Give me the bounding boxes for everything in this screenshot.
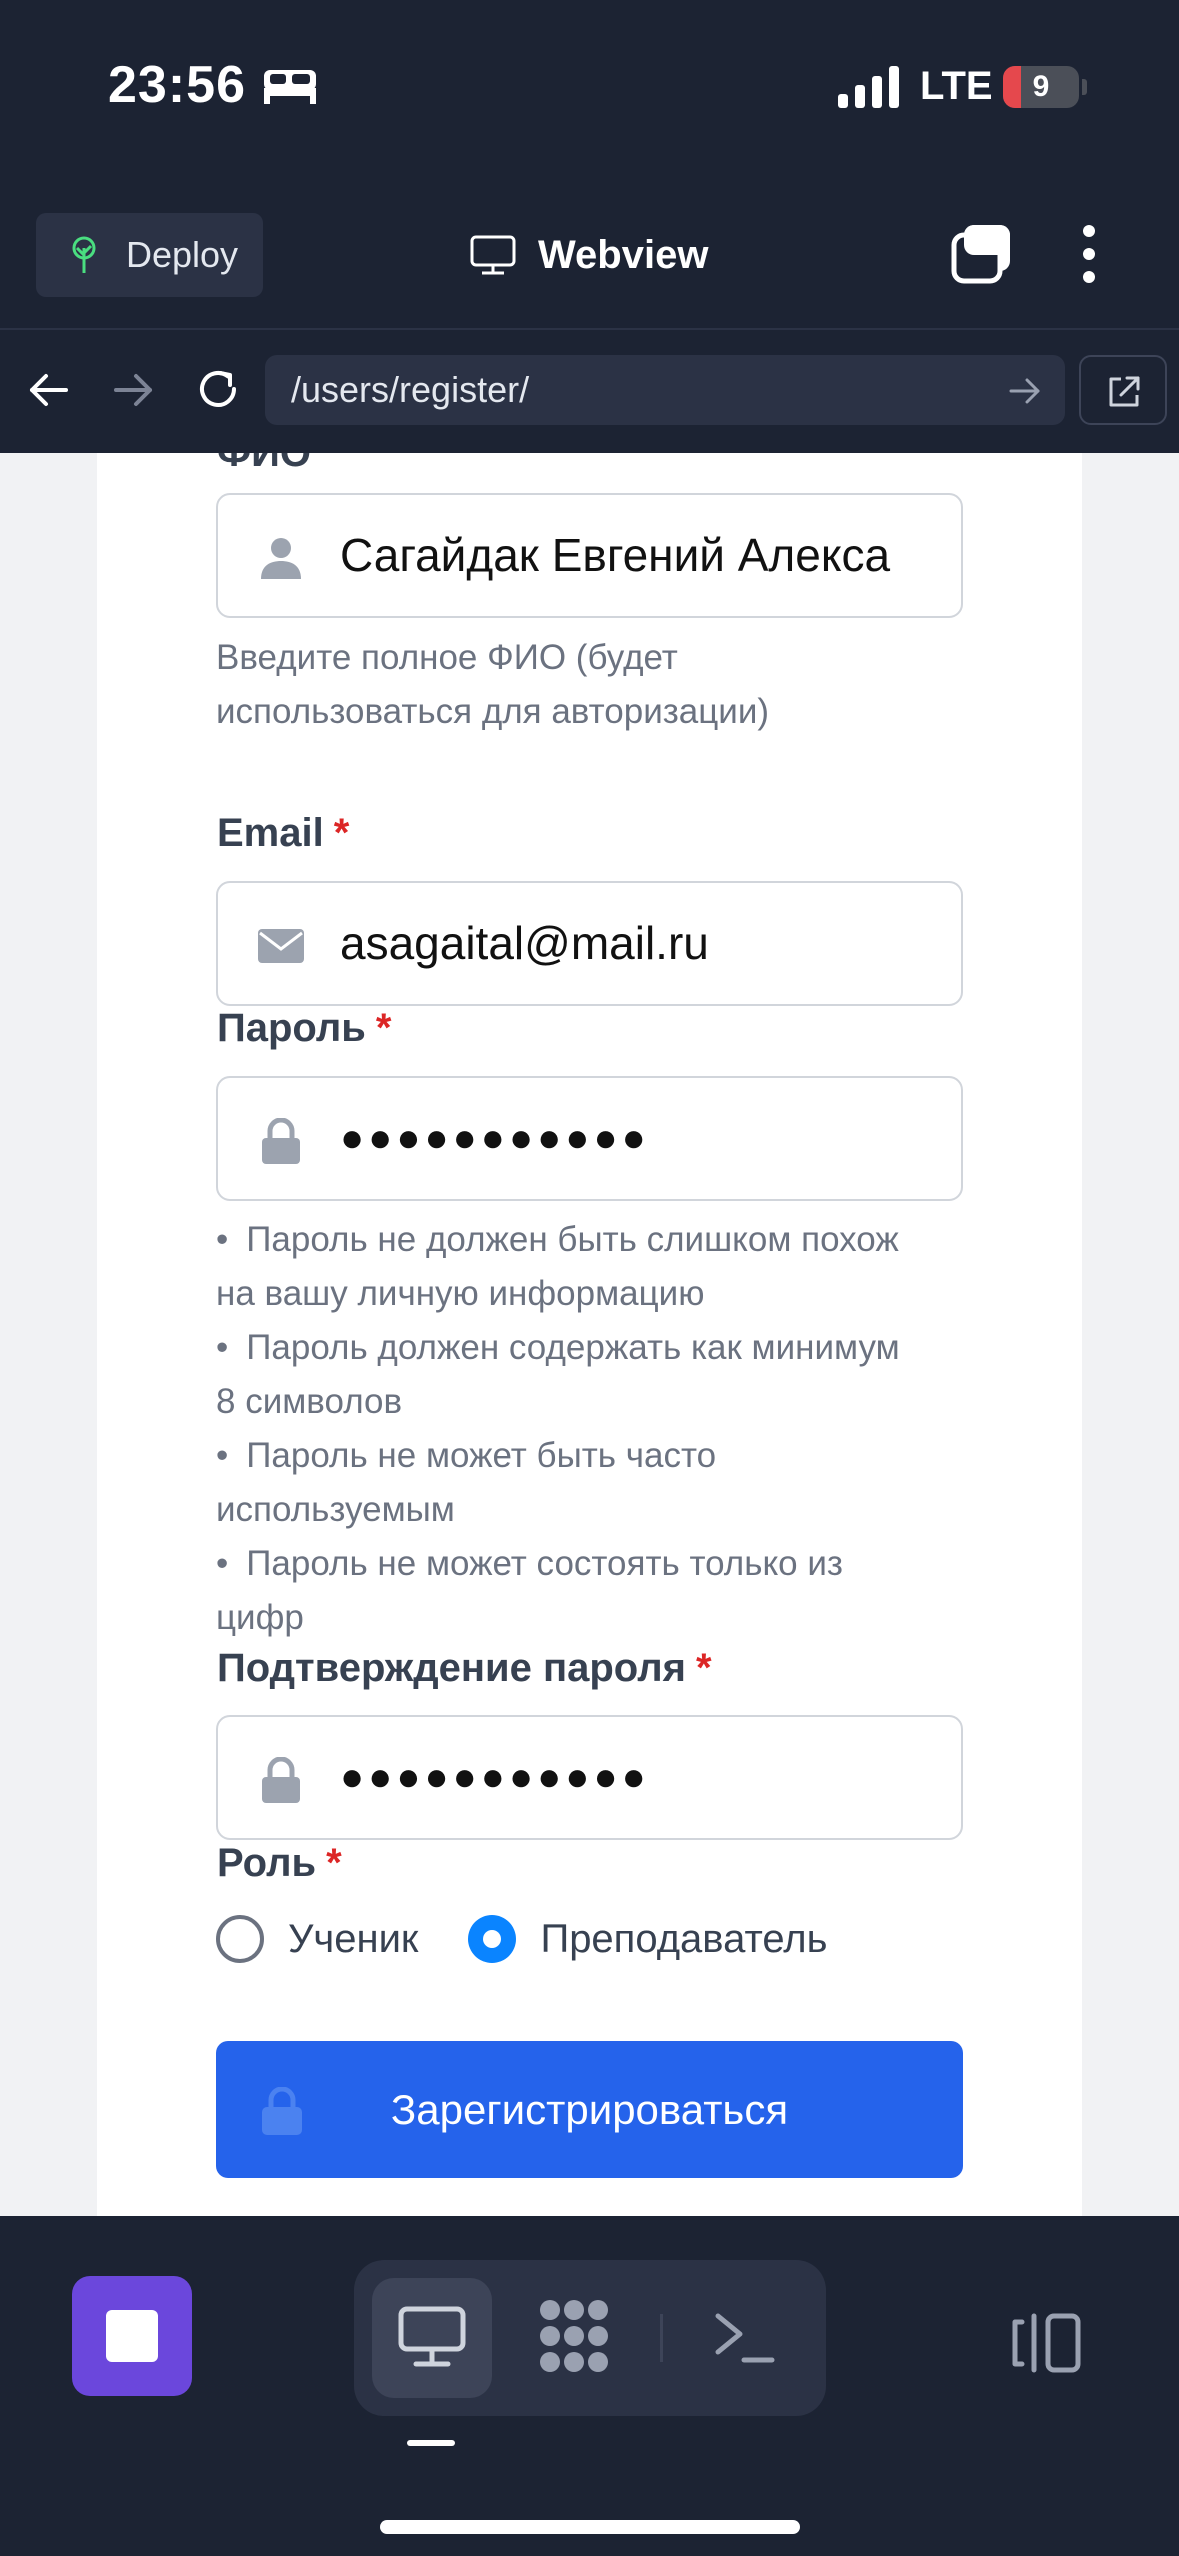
fio-help-text: Введите полное ФИО (будет использоваться… xyxy=(216,638,770,731)
confirm-label-text: Подтверждение пароля xyxy=(217,1646,686,1690)
role-radio-group: Ученик Преподаватель xyxy=(216,1908,827,1970)
fio-label-text: ФИО xyxy=(217,453,312,475)
fio-label: ФИО xyxy=(217,453,311,476)
webview-mode-button[interactable] xyxy=(372,2278,492,2398)
mode-switcher xyxy=(354,2260,826,2416)
battery-icon: 9 xyxy=(1003,66,1079,108)
top-bar: Deploy Webview xyxy=(0,175,1179,330)
status-time: 23:56 xyxy=(108,56,246,114)
open-external-button[interactable] xyxy=(1079,355,1167,425)
fio-value: Сагайдак Евгений Алекса xyxy=(340,529,891,581)
required-mark: * xyxy=(375,1006,392,1050)
deploy-button[interactable]: Deploy xyxy=(36,213,263,297)
monitor-icon xyxy=(470,235,516,275)
role-label: Роль * xyxy=(217,1841,342,1886)
fio-input[interactable]: Сагайдак Евгений Алекса xyxy=(216,493,963,618)
password-rule: • Пароль не должен быть слишком похож на … xyxy=(216,1220,899,1313)
bed-icon xyxy=(264,70,316,104)
password-label-text: Пароль xyxy=(217,1006,366,1050)
role-label-text: Роль xyxy=(217,1841,317,1885)
user-icon xyxy=(261,538,301,579)
register-button[interactable]: Зарегистрироваться xyxy=(216,2041,963,2178)
stop-button[interactable] xyxy=(72,2276,192,2396)
tabs-icon[interactable] xyxy=(950,223,1014,285)
role-radio-teacher[interactable] xyxy=(468,1915,517,1963)
battery-nub xyxy=(1082,79,1087,95)
register-button-label: Зарегистрироваться xyxy=(390,2086,789,2133)
required-mark: * xyxy=(326,1841,342,1885)
role-option-teacher[interactable]: Преподаватель xyxy=(540,1917,827,1962)
lock-icon xyxy=(262,1757,300,1803)
password-rule: • Пароль не может состоять только из цифр xyxy=(216,1544,843,1637)
envelope-icon xyxy=(258,929,304,963)
password-value: ●●●●●●●●●●● xyxy=(340,1116,650,1160)
password-rule-text: Пароль не может состоять только из цифр xyxy=(216,1544,843,1637)
required-mark: * xyxy=(333,811,350,855)
role-radio-student[interactable] xyxy=(216,1915,264,1963)
bottom-toolbar xyxy=(0,2216,1179,2556)
confirm-password-label: Подтверждение пароля * xyxy=(217,1646,712,1691)
stop-icon xyxy=(106,2310,158,2362)
email-input[interactable]: asagaital@mail.ru xyxy=(216,881,963,1006)
webview-title[interactable]: Webview xyxy=(470,225,708,285)
back-arrow-icon[interactable] xyxy=(28,369,70,411)
lock-icon xyxy=(262,1118,300,1164)
email-label: Email * xyxy=(217,811,349,856)
required-mark: * xyxy=(695,1646,712,1690)
signal-icon xyxy=(838,66,899,108)
open-external-icon xyxy=(1109,376,1140,407)
deploy-tree-icon xyxy=(72,236,96,273)
ai-agent-icon[interactable] xyxy=(534,2296,614,2376)
password-rule-text: Пароль не должен быть слишком похож на в… xyxy=(216,1220,899,1313)
password-label: Пароль * xyxy=(217,1006,391,1051)
url-bar: /users/register/ xyxy=(0,331,1179,451)
home-indicator[interactable] xyxy=(380,2520,800,2534)
webview-title-text: Webview xyxy=(538,232,709,277)
password-input[interactable]: ●●●●●●●●●●● xyxy=(216,1076,963,1201)
role-option-student[interactable]: Ученик xyxy=(288,1917,418,1962)
password-rule-text: Пароль не может быть часто используемым xyxy=(216,1436,717,1529)
mode-separator xyxy=(660,2314,663,2362)
confirm-password-input[interactable]: ●●●●●●●●●●● xyxy=(216,1715,963,1840)
password-rule: • Пароль не может быть часто используемым xyxy=(216,1436,717,1529)
password-rule-text: Пароль должен содержать как минимум 8 си… xyxy=(216,1328,900,1421)
confirm-password-value: ●●●●●●●●●●● xyxy=(340,1755,650,1799)
monitor-icon xyxy=(398,2306,466,2367)
deploy-label: Deploy xyxy=(126,234,239,275)
email-value: asagaital@mail.ru xyxy=(340,917,709,969)
forward-arrow-icon[interactable] xyxy=(112,369,154,411)
active-mode-indicator xyxy=(407,2440,455,2446)
go-arrow-icon[interactable] xyxy=(1008,375,1042,407)
panel-layout-icon[interactable] xyxy=(1010,2312,1082,2374)
status-bar: 23:56 LTE 9 xyxy=(0,0,1179,175)
network-type: LTE xyxy=(920,64,993,108)
battery-level: 9 xyxy=(1032,70,1050,103)
more-vertical-icon[interactable] xyxy=(1080,223,1098,285)
reload-icon[interactable] xyxy=(194,365,242,413)
webview-content: ФИО Сагайдак Евгений Алекса Введите полн… xyxy=(0,453,1179,2216)
email-label-text: Email xyxy=(217,811,324,855)
password-rule: • Пароль должен содержать как минимум 8 с… xyxy=(216,1328,900,1421)
url-input[interactable]: /users/register/ xyxy=(265,355,1065,425)
terminal-icon[interactable] xyxy=(712,2304,776,2370)
